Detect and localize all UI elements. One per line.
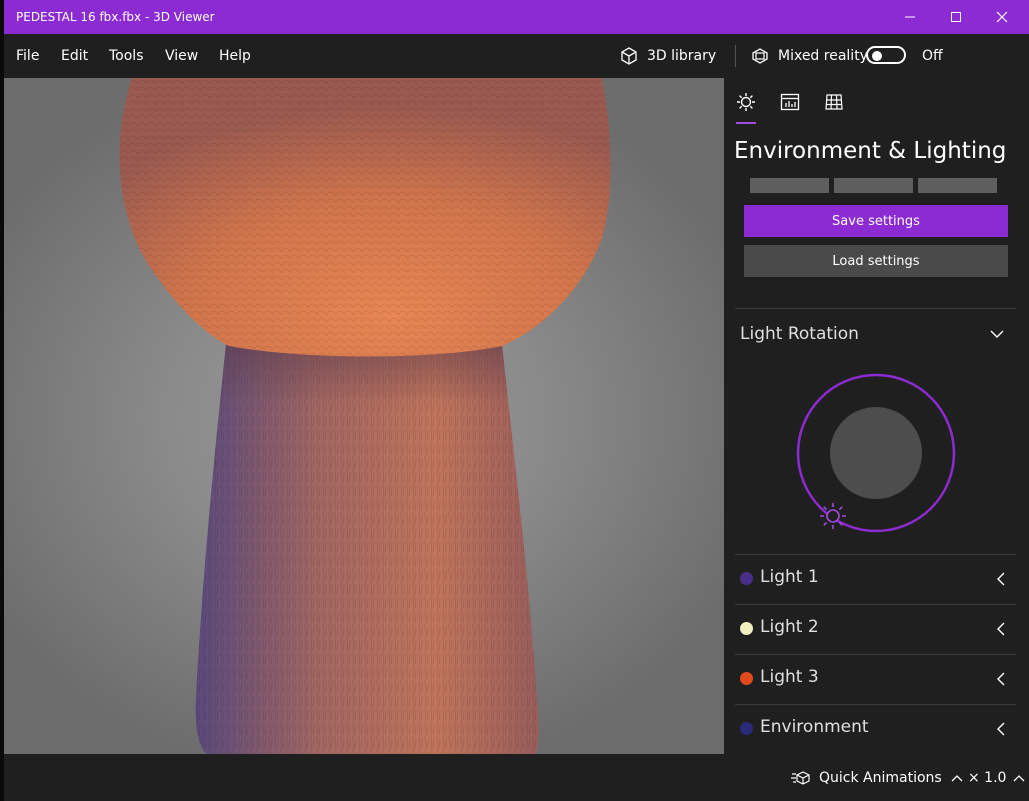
save-settings-button[interactable]: Save settings [744,205,1008,237]
chevron-left-icon [997,672,1005,686]
light-row-light-1[interactable]: Light 1 [735,554,1016,605]
grid-tab-icon[interactable] [823,91,845,113]
chevron-left-icon [997,622,1005,636]
minimize-button[interactable] [887,0,933,34]
window-title: PEDESTAL 16 fbx.fbx - 3D Viewer [16,10,215,24]
panel-title: Environment & Lighting [734,138,1007,164]
menu-help[interactable]: Help [219,48,251,65]
mixed-reality-toggle[interactable] [866,46,906,64]
stats-tab-icon[interactable] [779,91,801,113]
light-color-dot [740,672,753,685]
animation-icon [791,771,810,785]
environment-swatch[interactable] [750,178,829,193]
animation-speed-button[interactable]: × 1.0 [968,770,1026,786]
3d-viewport[interactable] [4,78,724,754]
light-label: Light 2 [760,617,819,637]
light-rotation-sphere [830,407,922,499]
chevron-up-icon [1013,775,1025,782]
pedestal-model [119,78,611,754]
chevron-left-icon [997,722,1005,736]
divider [735,308,1016,309]
light-color-dot [740,722,753,735]
light-row-environment[interactable]: Environment [735,704,1016,755]
3d-library-button[interactable]: 3D library [619,45,716,67]
light-label: Environment [760,717,869,737]
environment-swatch[interactable] [918,178,997,193]
toggle-knob [872,51,882,61]
environment-swatch[interactable] [834,178,913,193]
toolbar-divider [735,45,736,67]
close-button[interactable] [979,0,1025,34]
mixed-reality-label: Mixed reality [778,48,868,64]
environment-lighting-tab-icon[interactable] [735,91,757,113]
title-bar: PEDESTAL 16 fbx.fbx - 3D Viewer [4,0,1029,34]
menu-edit[interactable]: Edit [61,48,88,65]
chevron-down-icon[interactable] [989,328,1005,340]
light-row-light-3[interactable]: Light 3 [735,654,1016,705]
light-rotation-dial[interactable] [784,359,974,549]
cube-icon [621,47,637,65]
chevron-left-icon [997,572,1005,586]
mixed-reality-icon [752,48,768,64]
menu-bar: File Edit Tools View Help 3D library Mix… [4,34,1029,78]
light-color-dot [740,572,753,585]
app-window: PEDESTAL 16 fbx.fbx - 3D Viewer File Edi… [4,0,1029,801]
active-tab-indicator [736,122,756,124]
side-panel: Environment & Lighting Save settings Loa… [724,78,1029,754]
light-label: Light 3 [760,667,819,687]
light-rotation-title: Light Rotation [740,324,859,344]
sun-icon [820,503,846,529]
menu-file[interactable]: File [16,48,39,65]
light-row-light-2[interactable]: Light 2 [735,604,1016,655]
maximize-icon [951,12,961,22]
mixed-reality-state: Off [922,48,943,64]
menu-view[interactable]: View [165,48,198,65]
menu-tools[interactable]: Tools [109,48,144,65]
3d-library-label: 3D library [647,48,717,64]
close-icon [996,11,1008,23]
quick-animations-label: Quick Animations [819,770,942,786]
chevron-up-icon [951,775,963,782]
quick-animations-button[interactable]: Quick Animations [791,770,964,786]
light-label: Light 1 [760,567,819,587]
mixed-reality-button[interactable]: Mixed reality [750,45,868,67]
minimize-icon [905,16,915,18]
animation-speed-label: × 1.0 [968,770,1007,786]
maximize-button[interactable] [933,0,979,34]
load-settings-button[interactable]: Load settings [744,245,1008,277]
bottom-bar: Quick Animations × 1.0 [4,754,1029,801]
light-color-dot [740,622,753,635]
